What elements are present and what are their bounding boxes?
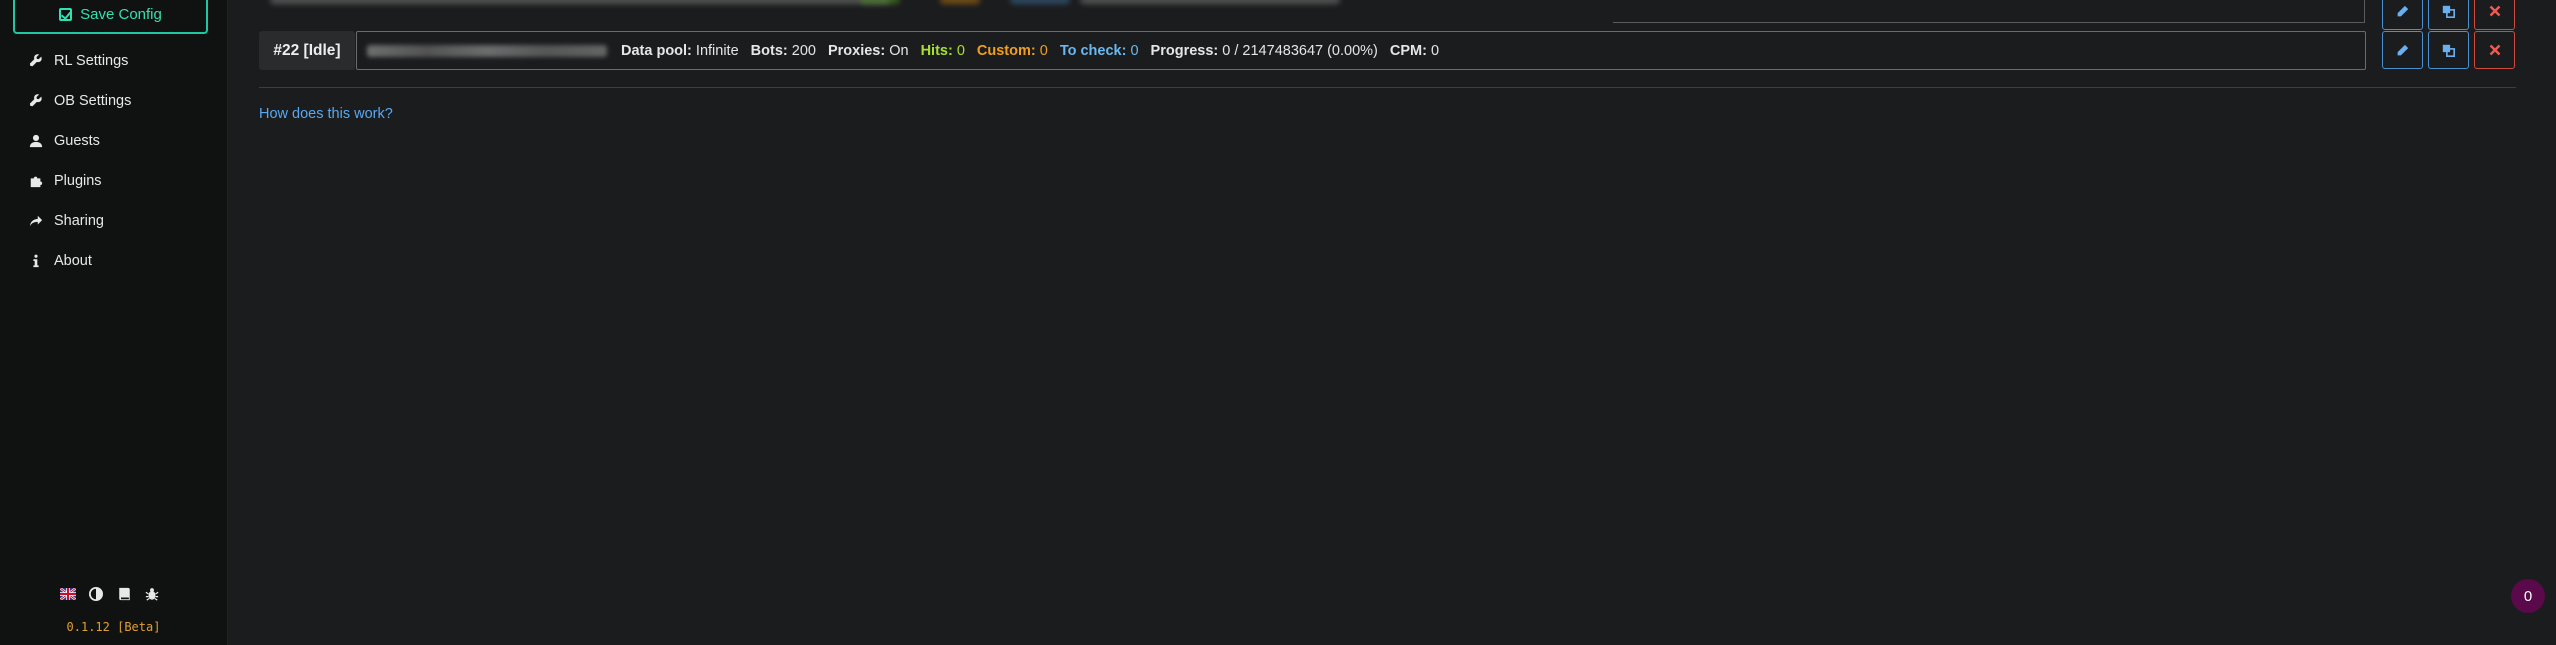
footer-icons	[60, 586, 160, 602]
sidebar-item-sharing[interactable]: Sharing	[28, 209, 104, 233]
sidebar-item-guests[interactable]: Guests	[28, 129, 100, 153]
custom-stat: Custom: 0	[976, 42, 1048, 59]
job-actions	[2382, 31, 2515, 69]
delete-button[interactable]	[2474, 0, 2515, 30]
close-icon	[2489, 5, 2500, 17]
notification-badge[interactable]: 0	[2511, 579, 2545, 613]
pencil-icon	[2397, 44, 2409, 55]
theme-icon[interactable]	[88, 586, 104, 602]
version-label: 0.1.12 [Beta]	[66, 620, 161, 634]
info-icon	[28, 253, 44, 269]
tocheck-stat: To check: 0	[1059, 42, 1139, 59]
divider	[259, 87, 2516, 88]
clone-icon	[2442, 44, 2455, 57]
job-name-blurred	[367, 44, 607, 57]
flag-icon[interactable]	[60, 586, 76, 602]
progress-stat: Progress: 0 / 2147483647 (0.00%)	[1150, 42, 1378, 59]
cpm-stat: CPM: 0	[1389, 42, 1440, 59]
bots-stat: Bots: 200	[750, 42, 816, 59]
hits-stat: Hits: 0	[920, 42, 965, 59]
edit-button[interactable]	[2382, 31, 2423, 69]
data-pool-stat: Data pool: Infinite	[621, 42, 739, 59]
job-row[interactable]: #22 [Idle] Data pool: Infinite Bots: 200…	[259, 31, 2366, 70]
sidebar-item-about[interactable]: About	[28, 249, 92, 273]
save-config-button[interactable]: Save Config	[13, 0, 208, 34]
sidebar-item-label: OB Settings	[54, 93, 132, 109]
save-config-label: Save Config	[80, 5, 162, 23]
sidebar-item-plugins[interactable]: Plugins	[28, 169, 102, 193]
sidebar: Save Config RL Settings OB Settings Gues…	[0, 0, 228, 645]
sidebar-item-label: Guests	[54, 133, 100, 149]
sidebar-item-label: About	[54, 253, 92, 269]
job-info-box: Data pool: Infinite Bots: 200 Proxies: O…	[356, 31, 2366, 70]
how-does-this-work-link[interactable]: How does this work?	[259, 106, 393, 122]
pencil-icon	[2397, 5, 2409, 16]
close-icon	[2489, 44, 2500, 56]
sidebar-item-rl-settings[interactable]: RL Settings	[28, 49, 128, 73]
book-icon[interactable]	[116, 586, 132, 602]
clone-button[interactable]	[2428, 0, 2469, 30]
sidebar-item-ob-settings[interactable]: OB Settings	[28, 89, 131, 113]
clone-icon	[2442, 5, 2455, 18]
job-id-label: #22 [Idle]	[259, 31, 355, 70]
sidebar-item-label: RL Settings	[54, 53, 129, 69]
share-icon	[28, 213, 44, 229]
bug-icon[interactable]	[144, 586, 160, 602]
user-icon	[28, 133, 44, 149]
proxies-stat: Proxies: On	[827, 42, 909, 59]
sidebar-item-label: Plugins	[54, 173, 102, 189]
edit-button[interactable]	[2382, 0, 2423, 30]
wrench-icon	[28, 53, 44, 69]
wrench-icon	[28, 93, 44, 109]
sidebar-item-label: Sharing	[54, 213, 104, 229]
puzzle-icon	[28, 173, 44, 189]
clone-button[interactable]	[2428, 31, 2469, 69]
delete-button[interactable]	[2474, 31, 2515, 69]
checkbox-edit-icon	[59, 7, 73, 21]
